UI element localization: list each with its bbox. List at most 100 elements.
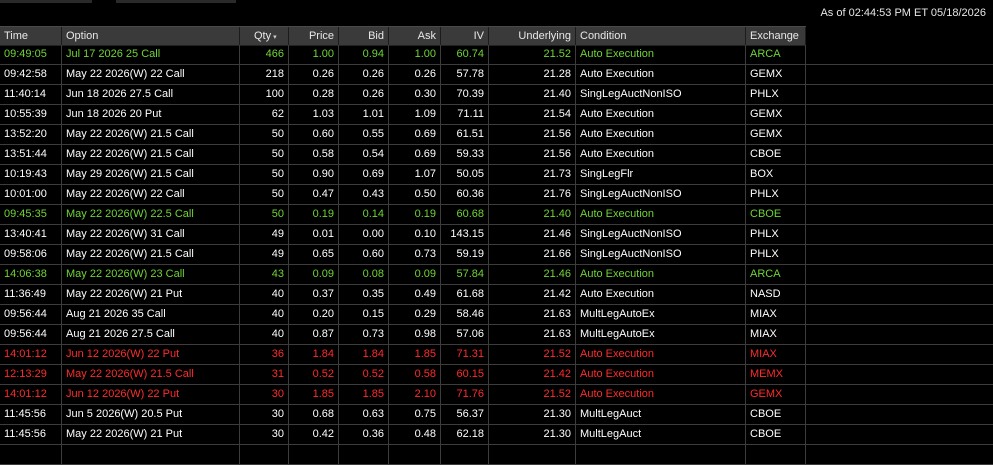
cell-iv: 57.78	[441, 65, 489, 84]
column-header-time[interactable]: Time	[0, 27, 62, 45]
cell-option: May 22 2026(W) 21.5 Call	[62, 245, 240, 264]
cell-bid: 1.84	[339, 345, 389, 364]
cell-underlying: 21.52	[489, 385, 576, 404]
cell-condition: Auto Execution	[576, 385, 746, 404]
table-row[interactable]: 11:40:14 Jun 18 2026 27.5 Call 100 0.28 0.26…	[0, 85, 993, 105]
table-row[interactable]: 14:01:12 Jun 12 2026(W) 22 Put 36 1.84 1.84 1…	[0, 345, 993, 365]
cell-option: Jun 18 2026 20 Put	[62, 105, 240, 124]
sort-descending-icon: ▾	[273, 34, 277, 41]
tab-stub[interactable]	[116, 0, 236, 3]
cell-time: 13:40:41	[0, 225, 62, 244]
cell-underlying: 21.54	[489, 105, 576, 124]
table-row[interactable]: 09:56:44 Aug 21 2026 35 Call 40 0.20 0.15 0.2…	[0, 305, 993, 325]
cell-price: 0.52	[289, 365, 339, 384]
cell-price: 0.68	[289, 405, 339, 424]
cell-price: 0.47	[289, 185, 339, 204]
cell-option: May 22 2026(W) 21.5 Call	[62, 145, 240, 164]
cell-bid: 0.08	[339, 265, 389, 284]
table-row[interactable]: 10:01:00 May 22 2026(W) 22 Call 50 0.47 0.43…	[0, 185, 993, 205]
cell-option: May 22 2026(W) 31 Call	[62, 225, 240, 244]
cell-qty: 30	[240, 385, 289, 404]
table-row[interactable]: 12:13:29 May 22 2026(W) 21.5 Call 31 0.52 0.…	[0, 365, 993, 385]
cell-price: 0.58	[289, 145, 339, 164]
column-header-price[interactable]: Price	[289, 27, 339, 45]
cell-ask: 0.58	[389, 365, 441, 384]
cell-underlying: 21.46	[489, 225, 576, 244]
cell-underlying: 21.30	[489, 425, 576, 444]
empty-cell	[240, 445, 289, 464]
cell-underlying: 21.63	[489, 325, 576, 344]
column-header-ask[interactable]: Ask	[389, 27, 441, 45]
cell-ask: 0.29	[389, 305, 441, 324]
table-row[interactable]: 14:01:12 Jun 12 2026(W) 22 Put 30 1.85 1.85 2…	[0, 385, 993, 405]
cell-bid: 0.15	[339, 305, 389, 324]
table-row[interactable]: 13:52:20 May 22 2026(W) 21.5 Call 50 0.60 0.…	[0, 125, 993, 145]
cell-exchange: CBOE	[746, 425, 806, 444]
cell-iv: 71.31	[441, 345, 489, 364]
cell-qty: 50	[240, 125, 289, 144]
cell-ask: 0.69	[389, 145, 441, 164]
column-header-exchange[interactable]: Exchange	[746, 27, 806, 45]
cell-condition: SingLegFlr	[576, 165, 746, 184]
cell-ask: 0.50	[389, 185, 441, 204]
cell-exchange: MIAX	[746, 325, 806, 344]
cell-qty: 43	[240, 265, 289, 284]
cell-price: 0.42	[289, 425, 339, 444]
cell-qty: 100	[240, 85, 289, 104]
cell-iv: 60.68	[441, 205, 489, 224]
column-header-iv[interactable]: IV	[441, 27, 489, 45]
cell-ask: 1.00	[389, 45, 441, 64]
column-header-underlying[interactable]: Underlying	[489, 27, 576, 45]
cell-bid: 0.00	[339, 225, 389, 244]
table-row[interactable]: 09:58:06 May 22 2026(W) 21.5 Call 49 0.65 0.…	[0, 245, 993, 265]
table-row[interactable]: 11:45:56 May 22 2026(W) 21 Put 30 0.42 0.36 0…	[0, 425, 993, 445]
empty-cell	[62, 445, 240, 464]
toolbar-strip: As of 02:44:53 PM ET 05/18/2026	[0, 0, 993, 24]
table-row[interactable]: 13:51:44 May 22 2026(W) 21.5 Call 50 0.58 0.…	[0, 145, 993, 165]
table-row[interactable]: 09:45:35 May 22 2026(W) 22.5 Call 50 0.19 0.…	[0, 205, 993, 225]
cell-qty: 50	[240, 205, 289, 224]
column-header-option[interactable]: Option	[62, 27, 240, 45]
table-row[interactable]: 09:49:05 Jul 17 2026 25 Call 466 1.00 0.94 1.…	[0, 45, 993, 65]
cell-condition: Auto Execution	[576, 205, 746, 224]
cell-time: 11:36:49	[0, 285, 62, 304]
column-header-condition[interactable]: Condition	[576, 27, 746, 45]
cell-iv: 61.51	[441, 125, 489, 144]
cell-underlying: 21.73	[489, 165, 576, 184]
table-row[interactable]: 14:06:38 May 22 2026(W) 23 Call 43 0.09 0.08…	[0, 265, 993, 285]
cell-option: Jun 5 2026(W) 20.5 Put	[62, 405, 240, 424]
cell-ask: 0.75	[389, 405, 441, 424]
cell-time: 09:42:58	[0, 65, 62, 84]
cell-qty: 40	[240, 305, 289, 324]
cell-iv: 143.15	[441, 225, 489, 244]
empty-cell	[0, 445, 62, 464]
cell-bid: 1.01	[339, 105, 389, 124]
table-row[interactable]: 09:42:58 May 22 2026(W) 22 Call 218 0.26 0.2…	[0, 65, 993, 85]
cell-iv: 56.37	[441, 405, 489, 424]
table-row[interactable]: 09:56:44 Aug 21 2026 27.5 Call 40 0.87 0.73 0…	[0, 325, 993, 345]
cell-price: 0.26	[289, 65, 339, 84]
cell-iv: 60.36	[441, 185, 489, 204]
cell-exchange: GEMX	[746, 385, 806, 404]
table-row[interactable]: 10:55:39 Jun 18 2026 20 Put 62 1.03 1.01 1.09…	[0, 105, 993, 125]
cell-price: 0.90	[289, 165, 339, 184]
tab-stub[interactable]	[0, 0, 92, 3]
cell-option: May 22 2026(W) 22 Call	[62, 185, 240, 204]
cell-bid: 0.14	[339, 205, 389, 224]
cell-option: May 29 2026(W) 21.5 Call	[62, 165, 240, 184]
table-row[interactable]: 11:45:56 Jun 5 2026(W) 20.5 Put 30 0.68 0.63…	[0, 405, 993, 425]
column-header-qty[interactable]: Qty ▾	[240, 27, 289, 45]
table-row[interactable]: 10:19:43 May 29 2026(W) 21.5 Call 50 0.90 0.…	[0, 165, 993, 185]
cell-bid: 0.63	[339, 405, 389, 424]
column-header-bid[interactable]: Bid	[339, 27, 389, 45]
table-row[interactable]: 13:40:41 May 22 2026(W) 31 Call 49 0.01 0.00…	[0, 225, 993, 245]
cell-condition: Auto Execution	[576, 145, 746, 164]
cell-iv: 62.18	[441, 425, 489, 444]
trades-table: 09:49:05 Jul 17 2026 25 Call 466 1.00 0.94 1.…	[0, 45, 993, 465]
cell-qty: 50	[240, 165, 289, 184]
table-row[interactable]: 11:36:49 May 22 2026(W) 21 Put 40 0.37 0.35 0…	[0, 285, 993, 305]
cell-ask: 1.07	[389, 165, 441, 184]
empty-cell	[289, 445, 339, 464]
cell-price: 0.65	[289, 245, 339, 264]
cell-qty: 36	[240, 345, 289, 364]
